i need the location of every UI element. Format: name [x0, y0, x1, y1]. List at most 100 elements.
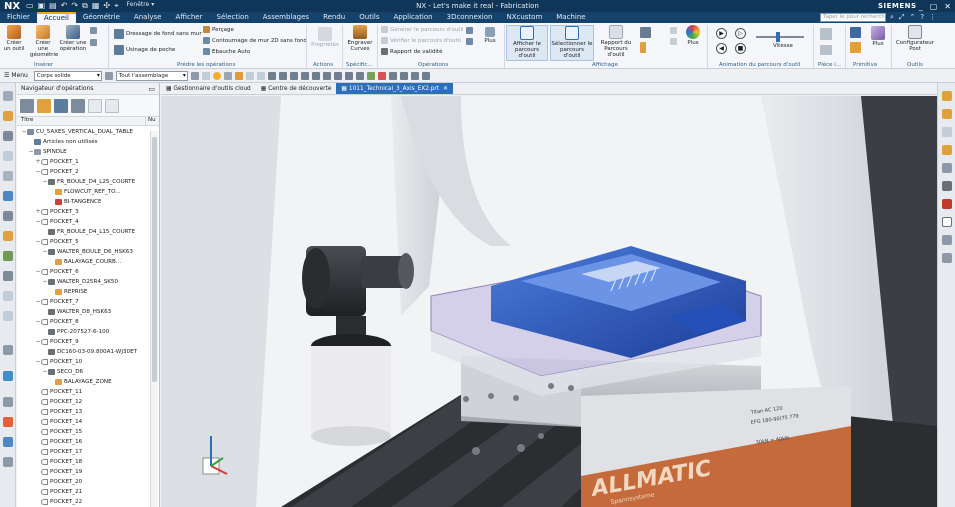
tree-row[interactable]: POCKET_13: [17, 407, 151, 417]
tree-row[interactable]: POCKET_17: [17, 447, 151, 457]
main-menu-button[interactable]: ☰ Menu: [4, 72, 28, 79]
visibility-icon[interactable]: [942, 127, 952, 137]
play-reverse-button[interactable]: ◀: [716, 43, 727, 54]
clock-icon[interactable]: [3, 397, 13, 407]
tab-analyse[interactable]: Analyse: [127, 12, 169, 23]
display-more-button[interactable]: Plus: [683, 25, 703, 46]
post-configurator-button[interactable]: Configurateur Post: [894, 25, 936, 52]
gear-icon[interactable]: [3, 291, 13, 301]
tree-row[interactable]: Articles non utilisés: [17, 137, 151, 147]
tab-machine[interactable]: Machine: [549, 12, 592, 23]
process-icon[interactable]: [3, 345, 13, 355]
tree-row[interactable]: − WALTER_BOULE_D6_HSK63: [17, 247, 151, 257]
tree-row[interactable]: − SECO_D6: [17, 367, 151, 377]
collapse-ribbon-icon[interactable]: ⌃: [910, 12, 916, 23]
overflow-icon[interactable]: ⋮: [929, 12, 936, 23]
title-column-header[interactable]: Titre: [17, 117, 146, 125]
tab-accueil[interactable]: Accueil: [36, 12, 76, 23]
pan-icon[interactable]: [300, 71, 309, 80]
tool-library-icon[interactable]: [3, 251, 13, 261]
up-arrow-icon[interactable]: [670, 27, 677, 34]
validity-report-button[interactable]: Rapport de validité: [381, 48, 442, 55]
create-tool-button[interactable]: Créer un outil: [3, 25, 25, 52]
center-icon[interactable]: [245, 71, 254, 80]
rotate-icon[interactable]: [289, 71, 298, 80]
tree-row[interactable]: POCKET_16: [17, 437, 151, 447]
speed-slider-thumb[interactable]: [776, 32, 780, 42]
ops-library-icon[interactable]: [3, 311, 13, 321]
create-program-icon[interactable]: [90, 39, 97, 46]
create-method-icon[interactable]: [90, 27, 97, 34]
tree-row[interactable]: PPC-207527-6-100: [17, 327, 151, 337]
filter-view-icon[interactable]: [105, 99, 119, 113]
tree-row[interactable]: + POCKET_3: [17, 207, 151, 217]
display-toolpath-button[interactable]: Afficher le parcours d'outil: [506, 25, 548, 61]
tree-row[interactable]: POCKET_14: [17, 417, 151, 427]
web-browser-icon[interactable]: [3, 371, 13, 381]
tab-outils[interactable]: Outils: [352, 12, 386, 23]
tree-row[interactable]: − FR_BOULE_D4_L25_COURTE: [17, 177, 151, 187]
op-tool-icon[interactable]: [466, 27, 473, 34]
tree-row[interactable]: − POCKET_10: [17, 357, 151, 367]
assembly-constraints-icon[interactable]: [3, 457, 13, 467]
quadrant-icon[interactable]: [256, 71, 265, 80]
play-button[interactable]: ▶: [716, 28, 727, 39]
snap-point-icon[interactable]: [190, 71, 199, 80]
create-operation-button[interactable]: Créer une opération: [59, 25, 87, 52]
primitive-2-icon[interactable]: [850, 42, 861, 53]
cycle-icon[interactable]: [3, 271, 13, 281]
layer-icon[interactable]: [366, 71, 375, 80]
tree-row[interactable]: − POCKET_5: [17, 237, 151, 247]
funnel-icon[interactable]: [942, 235, 952, 245]
select-toolpath-button[interactable]: Sélectionner le parcours d'outil: [550, 25, 594, 61]
create-geometry-button[interactable]: Créer une géométrie: [30, 25, 58, 58]
midpoint-icon[interactable]: [234, 71, 243, 80]
number-column-header[interactable]: Nu: [146, 117, 156, 125]
tab-application[interactable]: Application: [386, 12, 439, 23]
primitive-icon[interactable]: [850, 27, 861, 38]
show-hide-icon[interactable]: [377, 71, 386, 80]
ipw-icon[interactable]: [820, 45, 832, 55]
analysis-icon[interactable]: [399, 71, 408, 80]
machine-tool-navigator-icon[interactable]: [3, 111, 13, 121]
tab-fichier[interactable]: Fichier: [0, 12, 37, 23]
drilling-button[interactable]: Perçage: [203, 26, 234, 33]
edit-icon[interactable]: [410, 71, 419, 80]
maximize-icon[interactable]: ▢: [930, 2, 938, 11]
speed-slider[interactable]: [756, 32, 804, 42]
scrollbar-thumb[interactable]: [152, 137, 157, 382]
roles-icon[interactable]: [3, 231, 13, 241]
graphics-tab[interactable]: ▦ 1011_Technical_3_Axis_EX2.prt ✕: [336, 83, 453, 94]
fullscreen-icon[interactable]: ⤢: [899, 12, 905, 23]
tree-row[interactable]: POCKET_22: [17, 497, 151, 507]
tree-row[interactable]: POCKET_21: [17, 487, 151, 497]
tree-row[interactable]: − POCKET_9: [17, 337, 151, 347]
tree-row[interactable]: − POCKET_2: [17, 167, 151, 177]
orient-icon[interactable]: [322, 71, 331, 80]
down-arrow-icon[interactable]: [670, 38, 677, 45]
measure-icon[interactable]: [388, 71, 397, 80]
stop-button[interactable]: ■: [735, 43, 746, 54]
list-view-icon[interactable]: [88, 99, 102, 113]
tab-s-lection[interactable]: Sélection: [210, 12, 256, 23]
tree-row[interactable]: POCKET_12: [17, 397, 151, 407]
history-icon[interactable]: [3, 211, 13, 221]
primitive-more-button[interactable]: Plus: [868, 26, 888, 47]
color-palette-icon[interactable]: [3, 417, 13, 427]
system-materials-icon[interactable]: [3, 437, 13, 447]
tree-row[interactable]: + POCKET_1: [17, 157, 151, 167]
tab-assemblages[interactable]: Assemblages: [256, 12, 316, 23]
tree-row[interactable]: BI-TANGENCE: [17, 197, 151, 207]
gears-icon[interactable]: [942, 253, 952, 263]
close-icon[interactable]: ✕: [944, 2, 951, 11]
feature-navigator-icon[interactable]: [3, 171, 13, 181]
tool-icon-right[interactable]: [942, 109, 952, 119]
properties-button[interactable]: Propriétés: [311, 27, 339, 48]
minimize-icon[interactable]: _: [919, 2, 923, 11]
graphics-tab[interactable]: ▦ Gestionnaire d'outils cloud: [161, 83, 256, 94]
navigator-scrollbar[interactable]: [150, 131, 158, 507]
adaptive-roughing-button[interactable]: Ebauche Auto: [203, 48, 250, 55]
step-forward-button[interactable]: ▷: [735, 28, 746, 39]
tree-row[interactable]: − SPINDLE: [17, 147, 151, 157]
frame-icon[interactable]: [942, 217, 952, 227]
